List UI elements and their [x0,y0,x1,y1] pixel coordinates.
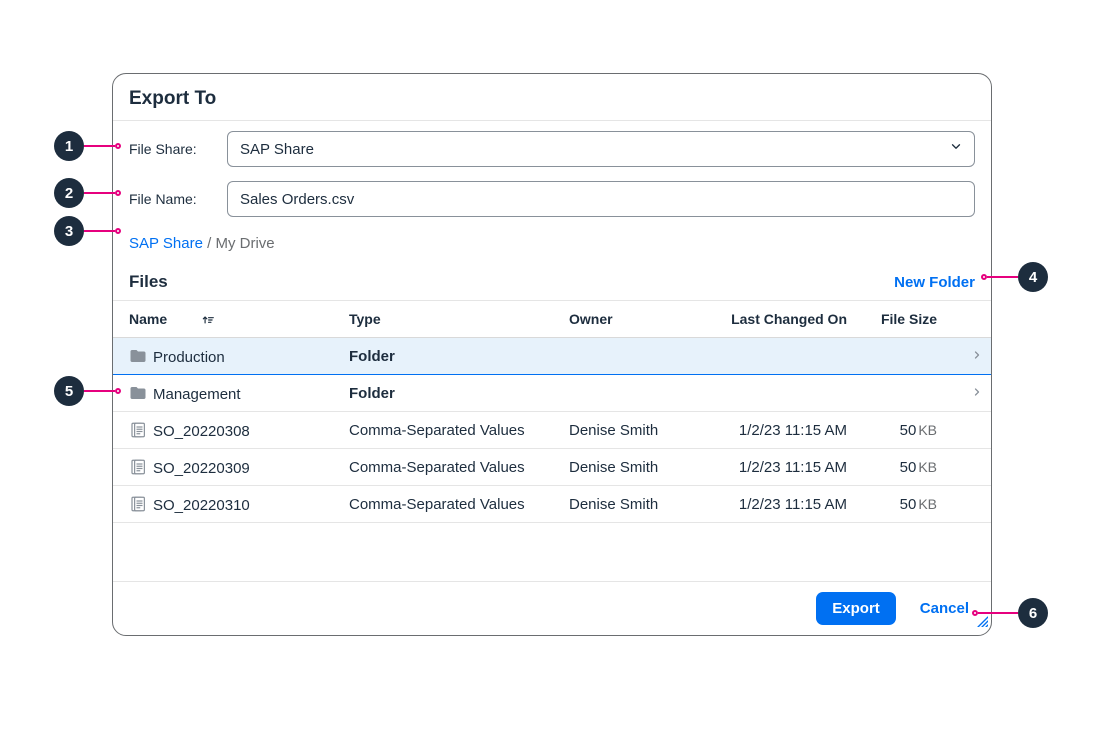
breadcrumb-sep: / [203,235,216,252]
col-changed-header[interactable]: Last Changed On [693,301,863,338]
cell-size: 50KB [863,412,953,449]
size-value: 50 [900,422,917,439]
col-name-label: Name [129,311,167,327]
size-value: 50 [900,459,917,476]
annotation-2: 2 [54,178,121,208]
annotation-badge: 4 [1018,262,1048,292]
cell-owner: Denise Smith [553,486,693,523]
cell-nav[interactable] [953,375,991,412]
row-name-label: SO_20220308 [153,423,250,440]
export-dialog: Export To File Share: File Name: SAP Sha… [112,73,992,636]
cell-nav [953,486,991,523]
file-name-input[interactable] [227,181,975,217]
file-name-input-wrap [227,181,975,217]
annotation-badge: 3 [54,216,84,246]
cell-changed [693,338,863,375]
cell-changed [693,375,863,412]
row-name-label: SO_20220309 [153,460,250,477]
annotation-badge: 2 [54,178,84,208]
breadcrumb: SAP Share / My Drive [113,231,991,264]
folder-icon [129,347,147,365]
files-table-header-row: Name Type Owner Last Changed On File Siz… [113,301,991,338]
file-name-label: File Name: [129,191,227,207]
cell-type: Comma-Separated Values [333,412,553,449]
cell-type: Comma-Separated Values [333,449,553,486]
cell-size: 50KB [863,449,953,486]
breadcrumb-root-link[interactable]: SAP Share [129,235,203,252]
size-unit: KB [918,459,937,475]
cell-owner [553,338,693,375]
cell-size [863,338,953,375]
new-folder-button[interactable]: New Folder [894,274,975,291]
cell-changed: 1/2/23 11:15 AM [693,486,863,523]
annotation-5: 5 [54,376,121,406]
table-row[interactable]: Production Folder [113,338,991,375]
sort-ascending-icon [201,313,215,327]
dialog-header: Export To [113,74,991,121]
cell-changed: 1/2/23 11:15 AM [693,412,863,449]
cell-nav[interactable] [953,338,991,375]
file-icon [129,458,147,476]
cell-owner [553,375,693,412]
cell-nav [953,449,991,486]
file-icon [129,421,147,439]
col-name-header[interactable]: Name [113,301,333,338]
cell-nav [953,412,991,449]
col-size-header[interactable]: File Size [863,301,953,338]
files-section-title: Files [129,272,168,292]
chevron-right-icon [971,386,983,398]
table-row[interactable]: SO_20220310 Comma-Separated ValuesDenise … [113,486,991,523]
files-table-container: Name Type Owner Last Changed On File Siz… [113,300,991,581]
dialog-title: Export To [129,88,975,110]
cell-name: SO_20220310 [113,486,333,523]
file-share-select[interactable] [227,131,975,167]
table-row[interactable]: SO_20220308 Comma-Separated ValuesDenise … [113,412,991,449]
annotation-badge: 6 [1018,598,1048,628]
cell-changed: 1/2/23 11:15 AM [693,449,863,486]
annotation-badge: 5 [54,376,84,406]
cell-name: SO_20220309 [113,449,333,486]
file-share-select-wrap [227,131,975,167]
size-unit: KB [918,496,937,512]
size-unit: KB [918,422,937,438]
folder-icon [129,384,147,402]
annotation-3: 3 [54,216,121,246]
row-name-label: Management [153,386,241,403]
cell-owner: Denise Smith [553,449,693,486]
col-owner-header[interactable]: Owner [553,301,693,338]
file-icon [129,495,147,513]
row-name-label: SO_20220310 [153,497,250,514]
cell-type: Comma-Separated Values [333,486,553,523]
chevron-right-icon [971,349,983,361]
files-table-body: ProductionFolderManagementFolderSO_20220… [113,338,991,523]
col-type-header[interactable]: Type [333,301,553,338]
dialog-footer: Export Cancel [113,581,991,635]
size-value: 50 [900,496,917,513]
table-row[interactable]: SO_20220309 Comma-Separated ValuesDenise … [113,449,991,486]
cell-owner: Denise Smith [553,412,693,449]
files-table: Name Type Owner Last Changed On File Siz… [113,301,991,523]
file-name-row: File Name: [129,181,975,217]
cell-size: 50KB [863,486,953,523]
annotation-1: 1 [54,131,121,161]
file-share-label: File Share: [129,141,227,157]
cancel-button[interactable]: Cancel [914,592,975,625]
table-row[interactable]: Management Folder [113,375,991,412]
export-button[interactable]: Export [816,592,896,625]
breadcrumb-current: My Drive [215,235,274,252]
cell-name: Production [113,338,333,375]
cell-size [863,375,953,412]
cell-type: Folder [333,338,553,375]
cell-name: Management [113,375,333,412]
files-header: Files New Folder [113,264,991,300]
form-area: File Share: File Name: [113,121,991,231]
col-nav-header [953,301,991,338]
cell-type: Folder [333,375,553,412]
resize-grip-icon[interactable] [976,614,988,632]
annotation-badge: 1 [54,131,84,161]
file-share-row: File Share: [129,131,975,167]
row-name-label: Production [153,349,225,366]
cell-name: SO_20220308 [113,412,333,449]
